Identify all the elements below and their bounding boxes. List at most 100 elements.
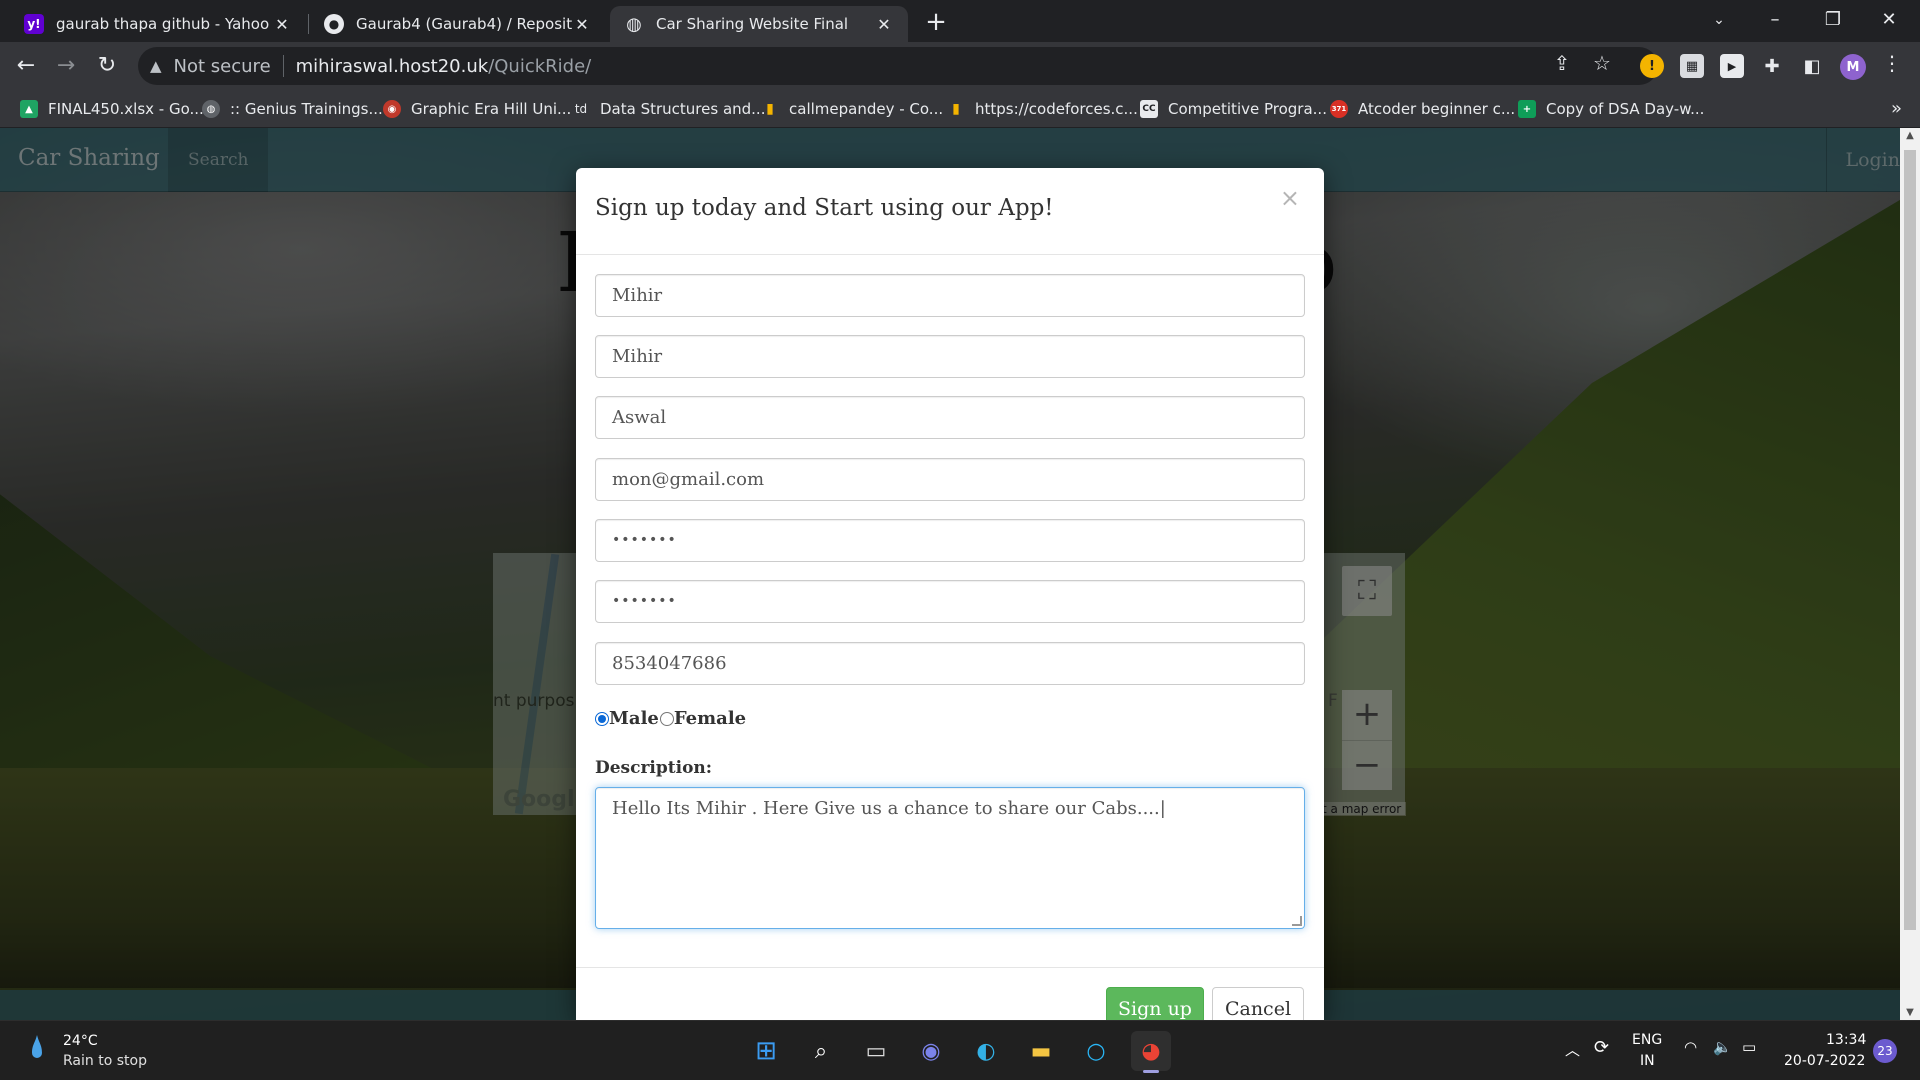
address-bar[interactable]: ▲ Not secure mihiraswal.host20.uk /Quick… xyxy=(138,47,1658,85)
task-view-icon[interactable]: ▭ xyxy=(856,1031,896,1071)
td-icon: td xyxy=(574,102,588,116)
weather-description[interactable]: Rain to stop xyxy=(63,1053,147,1069)
google-drive-icon: ▲ xyxy=(20,100,38,118)
female-label[interactable]: Female xyxy=(674,708,746,729)
url-path[interactable]: /QuickRide/ xyxy=(488,56,591,77)
extensions-puzzle-icon[interactable]: ✚ xyxy=(1760,54,1784,78)
restore-icon[interactable]: ❐ xyxy=(1810,4,1856,36)
menu-kebab-icon[interactable]: ⋮ xyxy=(1880,51,1904,75)
male-radio[interactable] xyxy=(595,711,609,726)
share-icon[interactable]: ⇪ xyxy=(1550,51,1574,75)
windows-start-icon[interactable]: ⊞ xyxy=(746,1031,786,1071)
side-panel-icon[interactable]: ◧ xyxy=(1800,54,1824,78)
email-field[interactable]: mon@gmail.com xyxy=(595,458,1305,501)
reload-icon[interactable]: ↻ xyxy=(91,50,123,82)
close-tab-icon[interactable]: ✕ xyxy=(572,15,592,34)
description-text: Hello Its Mihir . Here Give us a chance … xyxy=(612,798,1166,819)
show-hidden-icons[interactable]: ︿ xyxy=(1565,1039,1580,1060)
warning-icon[interactable]: ▲ xyxy=(150,57,162,75)
description-textarea[interactable]: Hello Its Mihir . Here Give us a chance … xyxy=(595,787,1305,929)
codechef-icon: CC xyxy=(1140,100,1158,118)
tab-yahoo[interactable]: y! gaurab thapa github - Yahoo Ind ✕ xyxy=(10,6,306,42)
confirm-password-field[interactable]: ••••••• xyxy=(595,580,1305,623)
tab-github[interactable]: ● Gaurab4 (Gaurab4) / Repositories ✕ xyxy=(310,6,606,42)
sync-icon[interactable]: ⟳ xyxy=(1594,1037,1609,1058)
url-host[interactable]: mihiraswal.host20.uk xyxy=(296,56,489,77)
last-name-field[interactable]: Aswal xyxy=(595,396,1305,439)
tab-search-icon[interactable]: ⌄ xyxy=(1696,4,1742,36)
close-tab-icon[interactable]: ✕ xyxy=(874,15,894,34)
new-tab-button[interactable]: + xyxy=(922,8,950,36)
female-radio[interactable] xyxy=(659,711,674,726)
back-icon[interactable]: ← xyxy=(10,50,42,82)
chrome-icon[interactable]: ◕ xyxy=(1131,1031,1171,1073)
extension-media-icon[interactable]: ▶ xyxy=(1720,54,1744,78)
yahoo-icon: y! xyxy=(24,14,44,34)
language-indicator[interactable]: ENG xyxy=(1632,1032,1662,1048)
bookmarks-overflow-icon[interactable]: » xyxy=(1891,98,1902,119)
password-field[interactable]: ••••••• xyxy=(595,519,1305,562)
atcoder-icon: 371 xyxy=(1330,100,1348,118)
language-region[interactable]: IN xyxy=(1640,1053,1655,1069)
close-icon[interactable]: × xyxy=(1280,184,1300,212)
battery-icon[interactable]: ▭ xyxy=(1742,1038,1756,1056)
bookmark-label: Atcoder beginner c... xyxy=(1358,100,1516,118)
notification-badge[interactable]: 23 xyxy=(1873,1039,1897,1063)
extension-info-icon[interactable]: ! xyxy=(1640,54,1664,78)
scroll-up-icon[interactable]: ▲ xyxy=(1900,130,1920,141)
bookmark-item[interactable]: ▮ callmepandey - Co... xyxy=(761,98,943,120)
signup-button[interactable]: Sign up xyxy=(1106,987,1204,1020)
close-tab-icon[interactable]: ✕ xyxy=(272,15,292,34)
rain-weather-icon[interactable] xyxy=(30,1035,44,1065)
resize-handle[interactable] xyxy=(1292,916,1302,926)
bookmark-item[interactable]: CC Competitive Progra... xyxy=(1140,98,1327,120)
clock-date[interactable]: 20-07-2022 xyxy=(1784,1053,1865,1069)
bookmark-item[interactable]: + Copy of DSA Day-w... xyxy=(1518,98,1704,120)
bookmark-item[interactable]: ▮ https://codeforces.c... xyxy=(947,98,1138,120)
close-window-icon[interactable]: ✕ xyxy=(1866,4,1912,36)
forward-icon[interactable]: → xyxy=(50,50,82,82)
bookmark-item[interactable]: td Data Structures and... xyxy=(572,98,766,120)
extension-chart-icon[interactable]: ▦ xyxy=(1680,54,1704,78)
tab-car-sharing[interactable]: ◍ Car Sharing Website Final ✕ xyxy=(610,6,908,42)
first-name-field[interactable]: Mihir xyxy=(595,335,1305,378)
search-icon[interactable]: ⌕ xyxy=(801,1031,841,1071)
wifi-icon[interactable]: ◠ xyxy=(1684,1038,1697,1056)
tab-title: Car Sharing Website Final xyxy=(656,15,849,33)
scrollbar-thumb[interactable] xyxy=(1904,150,1916,930)
cortana-icon[interactable]: ○ xyxy=(1076,1031,1116,1071)
bookmark-star-icon[interactable]: ☆ xyxy=(1590,51,1614,75)
scroll-down-icon[interactable]: ▼ xyxy=(1900,1007,1920,1018)
page-scrollbar[interactable]: ▲ ▼ xyxy=(1900,128,1920,1020)
bookmark-label: :: Genius Trainings... xyxy=(230,100,383,118)
globe-icon: ◍ xyxy=(202,100,220,118)
browser-toolbar: ← → ↻ ▲ Not secure mihiraswal.host20.uk … xyxy=(0,42,1920,90)
divider xyxy=(282,55,284,77)
bookmark-label: callmepandey - Co... xyxy=(789,100,944,118)
profile-avatar[interactable]: M xyxy=(1840,54,1866,80)
cancel-button[interactable]: Cancel xyxy=(1212,987,1304,1020)
modal-header: Sign up today and Start using our App! × xyxy=(576,168,1324,255)
bookmark-label: Copy of DSA Day-w... xyxy=(1546,100,1705,118)
bookmark-label: Data Structures and... xyxy=(600,100,766,118)
bookmark-label: Competitive Progra... xyxy=(1168,100,1327,118)
security-label[interactable]: Not secure xyxy=(174,56,271,77)
username-field[interactable]: Mihir xyxy=(595,274,1305,317)
male-label[interactable]: Male xyxy=(609,708,659,729)
bookmark-item[interactable]: ▲ FINAL450.xlsx - Go... xyxy=(20,98,204,120)
minimize-icon[interactable]: – xyxy=(1752,4,1798,36)
weather-temperature[interactable]: 24°C xyxy=(63,1033,98,1049)
file-explorer-icon[interactable]: ▬ xyxy=(1021,1031,1061,1071)
description-label: Description: xyxy=(595,758,713,778)
bookmark-item[interactable]: ◉ Graphic Era Hill Uni... xyxy=(383,98,571,120)
teams-chat-icon[interactable]: ◉ xyxy=(911,1031,951,1071)
bookmark-item[interactable]: 371 Atcoder beginner c... xyxy=(1330,98,1515,120)
signup-modal: Sign up today and Start using our App! ×… xyxy=(576,168,1324,1020)
phone-field[interactable]: 8534047686 xyxy=(595,642,1305,685)
edge-icon[interactable]: ◐ xyxy=(966,1031,1006,1071)
clock-time[interactable]: 13:34 xyxy=(1826,1032,1866,1048)
bookmark-item[interactable]: ◍ :: Genius Trainings... xyxy=(202,98,383,120)
gender-radio-group: Male Female xyxy=(595,708,746,729)
tab-title: Gaurab4 (Gaurab4) / Repositories xyxy=(356,15,572,33)
volume-icon[interactable]: 🔈 xyxy=(1713,1038,1732,1056)
